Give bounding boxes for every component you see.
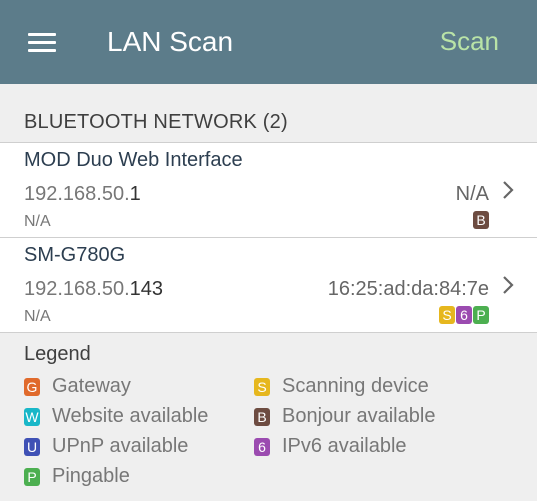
device-row[interactable]: MOD Duo Web Interface 192.168.50.1 N/A N… bbox=[0, 142, 537, 237]
legend-item-scanning: S Scanning device bbox=[254, 375, 429, 398]
scan-button[interactable]: Scan bbox=[440, 26, 499, 57]
page-title: LAN Scan bbox=[107, 26, 234, 57]
upnp-badge: U bbox=[24, 437, 40, 456]
legend-title: Legend bbox=[24, 343, 91, 365]
device-ip: 192.168.50.143 bbox=[24, 278, 164, 300]
bonjour-badge: B bbox=[473, 211, 489, 229]
chevron-right-icon bbox=[503, 181, 514, 199]
legend-item-bonjour: B Bonjour available bbox=[254, 405, 435, 428]
website-badge: W bbox=[24, 407, 40, 426]
device-name: SM-G780G bbox=[24, 244, 126, 266]
device-row[interactable]: SM-G780G 192.168.50.143 16:25:ad:da:84:7… bbox=[0, 237, 537, 332]
legend-item-gateway: G Gateway bbox=[24, 375, 131, 398]
app-bar: LAN Scan Scan bbox=[0, 0, 537, 84]
device-vendor: N/A bbox=[24, 308, 51, 325]
legend-item-upnp: U UPnP available bbox=[24, 435, 188, 458]
device-mac: N/A bbox=[455, 183, 489, 205]
legend: Legend G Gateway S Scanning device W Web… bbox=[0, 332, 537, 501]
device-mac: 16:25:ad:da:84:7e bbox=[327, 278, 489, 300]
bonjour-badge: B bbox=[254, 407, 270, 426]
scanning-device-badge: S bbox=[254, 377, 270, 396]
device-name: MOD Duo Web Interface bbox=[24, 149, 243, 171]
section-header: BLUETOOTH NETWORK (2) bbox=[24, 111, 288, 133]
device-ip: 192.168.50.1 bbox=[24, 183, 141, 205]
scanning-device-badge: S bbox=[439, 306, 455, 324]
device-vendor: N/A bbox=[24, 213, 51, 230]
gateway-badge: G bbox=[24, 377, 40, 396]
ipv6-badge: 6 bbox=[456, 306, 472, 324]
pingable-badge: P bbox=[24, 467, 40, 486]
legend-item-pingable: P Pingable bbox=[24, 465, 130, 488]
device-badges: B bbox=[473, 211, 489, 229]
legend-item-ipv6: 6 IPv6 available bbox=[254, 435, 407, 458]
pingable-badge: P bbox=[473, 306, 489, 324]
legend-item-website: W Website available bbox=[24, 405, 209, 427]
ipv6-badge: 6 bbox=[254, 437, 270, 456]
hamburger-menu-icon[interactable] bbox=[28, 32, 56, 54]
chevron-right-icon bbox=[503, 276, 514, 294]
device-badges: S 6 P bbox=[439, 306, 489, 324]
